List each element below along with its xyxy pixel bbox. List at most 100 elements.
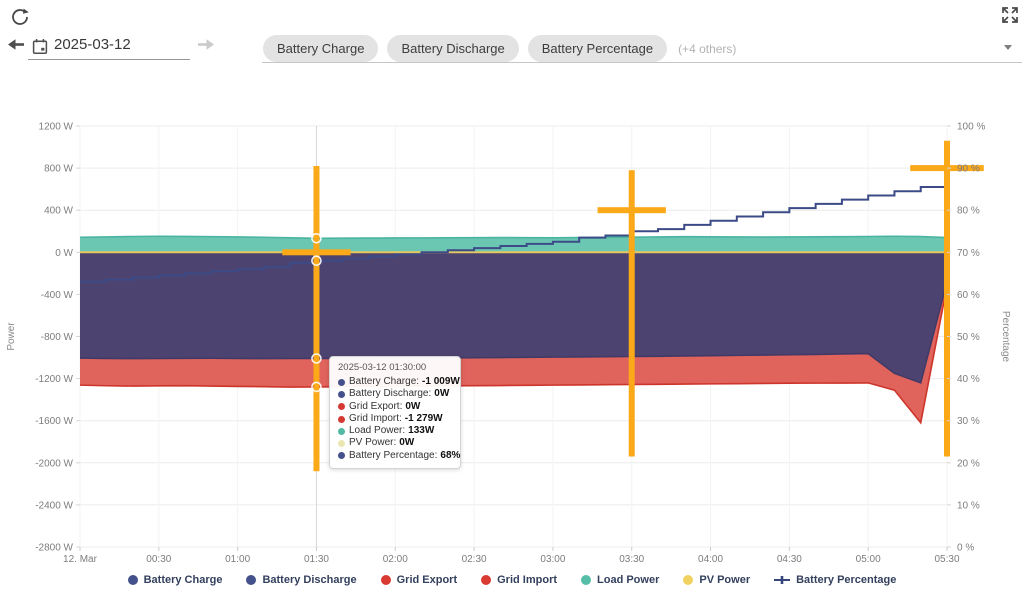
tooltip-row: Grid Import:-1 279W xyxy=(338,413,452,425)
fullscreen-button[interactable] xyxy=(998,4,1022,28)
legend-item-grid-import[interactable]: Grid Import xyxy=(481,574,557,586)
y-left-tick-label: -2800 W xyxy=(35,543,73,554)
tooltip-series-label: Load Power: xyxy=(349,425,405,437)
next-day-button[interactable] xyxy=(196,38,216,54)
series-color-dot-icon xyxy=(338,379,345,386)
tooltip-row: Load Power:133W xyxy=(338,425,452,437)
tooltip-row: PV Power:0W xyxy=(338,437,452,449)
power-chart[interactable]: 1200 W800 W400 W0 W-400 W-800 W-1200 W-1… xyxy=(0,110,1024,580)
series-filter: Battery Charge Battery Discharge Battery… xyxy=(263,35,736,62)
legend-label: Battery Charge xyxy=(144,574,223,586)
tooltip-timestamp: 2025-03-12 01:30:00 xyxy=(338,362,452,373)
fullscreen-icon xyxy=(1001,6,1019,27)
legend-label: Battery Discharge xyxy=(262,574,356,586)
tooltip-series-value: 0W xyxy=(399,437,414,449)
legend-cross-icon xyxy=(774,575,790,585)
y-left-tick-label: -400 W xyxy=(41,290,74,301)
x-tick-label: 03:00 xyxy=(540,554,565,565)
chart-tooltip: 2025-03-12 01:30:00 Battery Charge:-1 00… xyxy=(329,356,461,469)
legend-circle-icon xyxy=(683,575,693,585)
previous-day-button[interactable] xyxy=(6,38,26,54)
calendar-icon xyxy=(32,38,48,60)
tooltip-series-value: -1 009W xyxy=(422,376,460,388)
x-tick-label: 04:00 xyxy=(698,554,723,565)
chart-canvas[interactable]: 1200 W800 W400 W0 W-400 W-800 W-1200 W-1… xyxy=(0,110,1024,580)
y-right-tick-label: 10 % xyxy=(957,500,980,511)
series-color-dot-icon xyxy=(338,428,345,435)
series-color-dot-icon xyxy=(338,440,345,447)
marker-vertical-bar xyxy=(313,166,319,471)
x-tick-label: 01:00 xyxy=(225,554,250,565)
y-right-axis-title: Percentage xyxy=(1000,311,1011,363)
y-left-tick-label: -1600 W xyxy=(35,416,73,427)
series-color-dot-icon xyxy=(338,391,345,398)
arrow-right-icon xyxy=(197,38,215,54)
tooltip-series-value: 133W xyxy=(408,425,434,437)
refresh-icon xyxy=(10,7,30,30)
x-tick-label: 00:30 xyxy=(146,554,171,565)
refresh-button[interactable] xyxy=(8,6,32,30)
chevron-down-icon[interactable] xyxy=(1004,45,1012,50)
marker-horizontal-bar xyxy=(598,207,666,213)
tooltip-row: Battery Charge:-1 009W xyxy=(338,376,452,388)
y-left-tick-label: -2400 W xyxy=(35,500,73,511)
y-right-tick-label: 100 % xyxy=(957,122,985,133)
y-right-tick-label: 0 % xyxy=(957,543,974,554)
legend-item-battery-charge[interactable]: Battery Charge xyxy=(128,574,223,586)
legend-item-grid-export[interactable]: Grid Export xyxy=(381,574,458,586)
x-tick-label: 05:30 xyxy=(934,554,959,565)
legend-circle-icon xyxy=(246,575,256,585)
legend-item-load-power[interactable]: Load Power xyxy=(581,574,659,586)
arrow-left-icon xyxy=(7,38,25,54)
legend-circle-icon xyxy=(481,575,491,585)
legend-item-pv-power[interactable]: PV Power xyxy=(683,574,750,586)
date-input[interactable] xyxy=(54,36,184,53)
x-tick-label: 02:30 xyxy=(462,554,487,565)
y-right-tick-label: 50 % xyxy=(957,332,980,343)
power-dashboard: Battery Charge Battery Discharge Battery… xyxy=(0,0,1024,605)
tooltip-series-value: 0W xyxy=(434,388,449,400)
tooltip-row: Battery Percentage:68% xyxy=(338,450,452,462)
y-left-axis-title: Power xyxy=(6,322,17,351)
chip-battery-discharge[interactable]: Battery Discharge xyxy=(387,35,518,62)
legend-label: Battery Percentage xyxy=(796,574,896,586)
series-color-dot-icon xyxy=(338,416,345,423)
y-right-tick-label: 60 % xyxy=(957,290,980,301)
x-tick-label: 02:00 xyxy=(383,554,408,565)
y-right-tick-label: 70 % xyxy=(957,248,980,259)
legend-item-battery-discharge[interactable]: Battery Discharge xyxy=(246,574,356,586)
legend-circle-icon xyxy=(581,575,591,585)
tooltip-series-label: Battery Discharge: xyxy=(349,388,431,400)
date-underline xyxy=(28,59,190,60)
y-right-tick-label: 80 % xyxy=(957,206,980,217)
chip-battery-charge[interactable]: Battery Charge xyxy=(263,35,378,62)
y-left-tick-label: 0 W xyxy=(55,248,73,259)
y-right-tick-label: 40 % xyxy=(957,374,980,385)
others-count-label: (+4 others) xyxy=(678,42,736,56)
marker-vertical-bar xyxy=(944,141,950,457)
x-tick-label: 05:00 xyxy=(856,554,881,565)
legend-circle-icon xyxy=(381,575,391,585)
x-tick-label: 03:30 xyxy=(619,554,644,565)
y-right-tick-label: 20 % xyxy=(957,458,980,469)
y-left-tick-label: -800 W xyxy=(41,332,74,343)
tooltip-series-value: 68% xyxy=(440,450,460,462)
tooltip-series-label: Battery Charge: xyxy=(349,376,419,388)
tooltip-series-value: -1 279W xyxy=(405,413,443,425)
x-tick-label: 12. Mar xyxy=(63,554,98,565)
legend-label: Grid Export xyxy=(397,574,458,586)
tooltip-series-label: PV Power: xyxy=(349,437,396,449)
legend-label: Load Power xyxy=(597,574,659,586)
x-tick-label: 04:30 xyxy=(777,554,802,565)
series-select-underline xyxy=(262,62,1022,63)
y-left-tick-label: 800 W xyxy=(44,164,73,175)
tooltip-row: Grid Export:0W xyxy=(338,401,452,413)
series-color-dot-icon xyxy=(338,403,345,410)
legend-item-battery-percentage[interactable]: Battery Percentage xyxy=(774,574,896,586)
chip-battery-percentage[interactable]: Battery Percentage xyxy=(528,35,667,62)
series-area-load-power xyxy=(80,236,947,252)
y-left-tick-label: 400 W xyxy=(44,206,73,217)
y-right-tick-label: 90 % xyxy=(957,164,980,175)
legend-label: PV Power xyxy=(699,574,750,586)
chart-legend: Battery Charge Battery Discharge Grid Expo… xyxy=(0,574,1024,586)
